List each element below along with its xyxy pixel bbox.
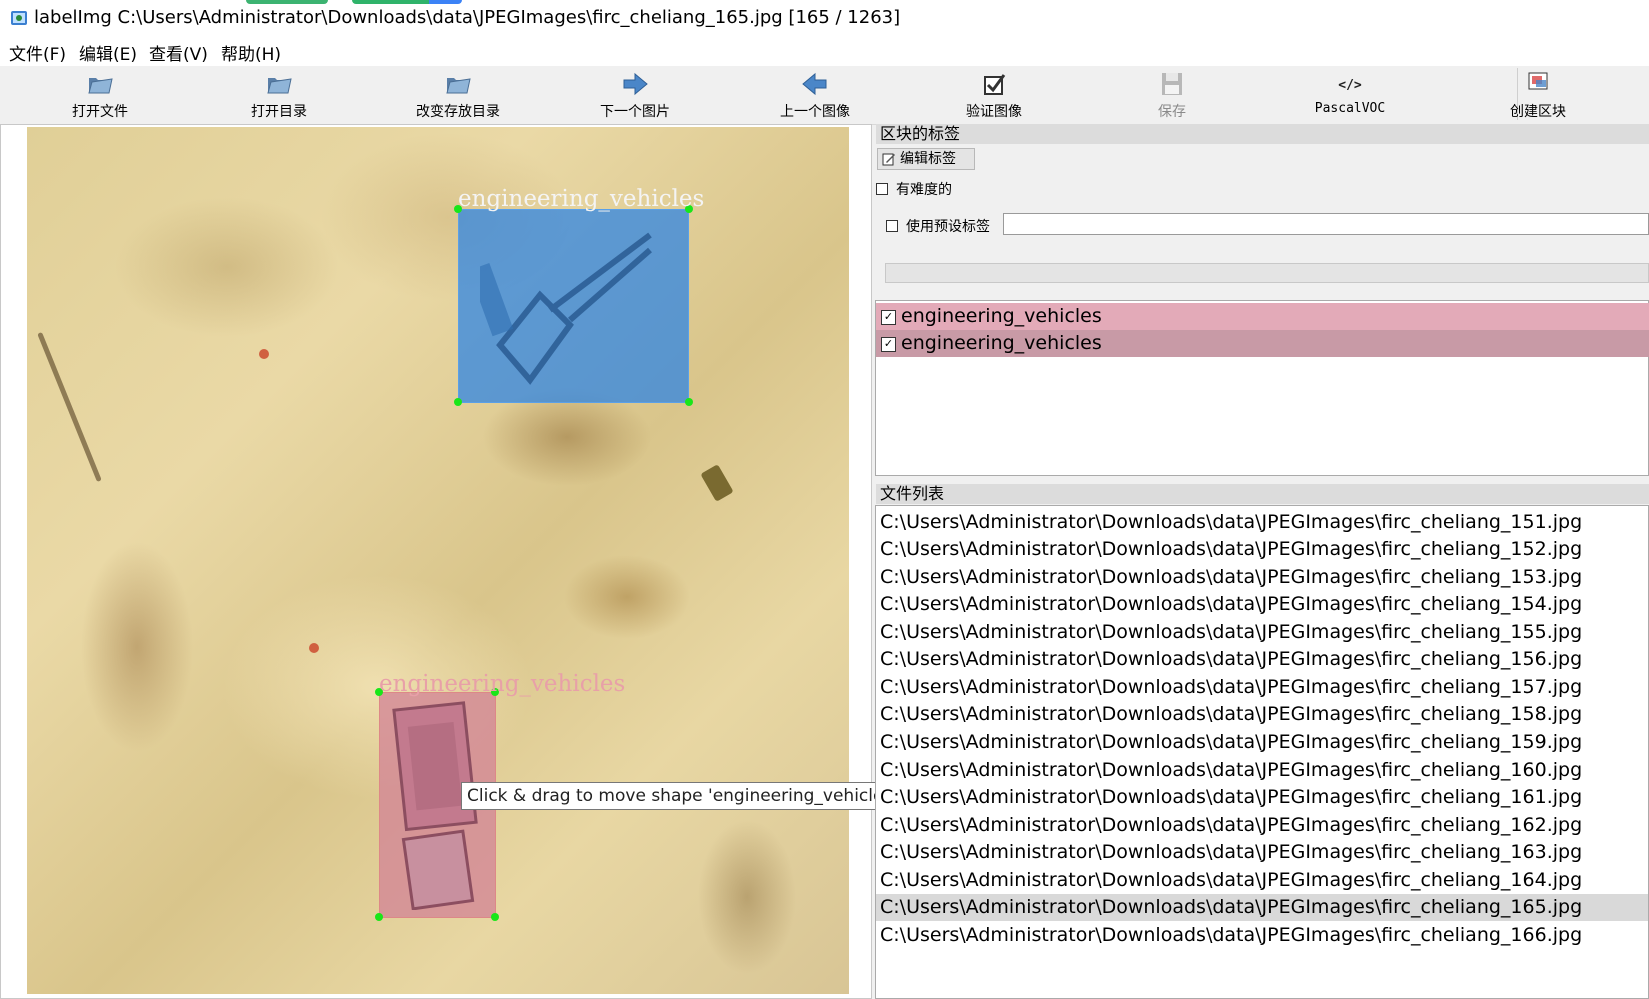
floppy-disk-icon [1162,73,1182,95]
format-label: PascalVOC [1314,101,1386,116]
use-default-label-checkbox[interactable] [886,220,898,232]
use-default-label-text: 使用预设标签 [906,219,990,235]
label-visible-checkbox[interactable]: ✓ [881,337,896,352]
folder-open-icon [88,78,113,94]
ground-crack [37,331,102,483]
menu-view[interactable]: 查看(V) [149,40,208,65]
small-vehicle [700,464,734,502]
file-list-dock-title: 文件列表 [876,484,1649,504]
window-title: labelImg C:\Users\Administrator\Download… [34,7,901,28]
open-dir-label: 打开目录 [251,104,307,120]
difficult-checkbox-row[interactable]: 有难度的 [876,179,952,199]
create-box-label: 创建区块 [1510,104,1566,120]
folder-open-icon [267,78,292,94]
excavator-shape [480,232,652,385]
open-file-label: 打开文件 [72,104,128,120]
move-shape-tooltip: Click & drag to move shape 'engineering_… [461,782,903,810]
label-visible-checkbox[interactable]: ✓ [881,310,896,325]
box-corner-handle[interactable] [375,913,383,921]
file-list-item[interactable]: C:\Users\Administrator\Downloads\data\JP… [876,839,1648,866]
ground-marker [259,349,269,359]
file-list-item[interactable]: C:\Users\Administrator\Downloads\data\JP… [876,619,1648,646]
prev-image-label: 上一个图像 [780,104,850,120]
change-save-dir-button[interactable]: 改变存放目录 [408,66,508,124]
box-label-text: engineering_vehicles [379,671,626,697]
file-list-item[interactable]: C:\Users\Administrator\Downloads\data\JP… [876,922,1648,949]
save-label: 保存 [1158,104,1186,120]
change-save-dir-label: 改变存放目录 [416,104,500,120]
difficult-checkbox[interactable] [876,183,888,195]
svg-text:</>: </> [1338,78,1362,93]
default-label-input[interactable] [1003,213,1649,235]
file-list-item-selected[interactable]: C:\Users\Administrator\Downloads\data\JP… [876,894,1648,921]
file-list-item[interactable]: C:\Users\Administrator\Downloads\data\JP… [876,536,1648,563]
create-box-button[interactable]: 创建区块 [1501,66,1575,124]
arrow-right-icon [623,72,648,96]
prev-image-button[interactable]: 上一个图像 [770,66,860,124]
open-dir-button[interactable]: 打开目录 [239,66,319,124]
box-corner-handle[interactable] [685,398,693,406]
box-labels-dock-title: 区块的标签 [876,124,1649,144]
file-list-item[interactable]: C:\Users\Administrator\Downloads\data\JP… [876,701,1648,728]
title-bar: labelImg C:\Users\Administrator\Download… [0,0,1649,36]
file-list-item[interactable]: C:\Users\Administrator\Downloads\data\JP… [876,729,1648,756]
box-corner-handle[interactable] [491,913,499,921]
code-tag-icon: </> [1338,78,1362,93]
label-list-item[interactable]: ✓ engineering_vehicles [876,303,1649,330]
open-file-button[interactable]: 打开文件 [60,66,140,124]
label-list-item-text: engineering_vehicles [901,305,1102,327]
file-list-item[interactable]: C:\Users\Administrator\Downloads\data\JP… [876,591,1648,618]
arrow-left-icon [802,72,827,96]
verify-image-label: 验证图像 [966,104,1022,120]
create-box-icon [1528,72,1548,90]
file-list-item[interactable]: C:\Users\Administrator\Downloads\data\JP… [876,784,1648,811]
file-list-item[interactable]: C:\Users\Administrator\Downloads\data\JP… [876,674,1648,701]
labelimg-app-icon [11,11,27,25]
menu-file[interactable]: 文件(F) [9,40,66,65]
menu-bar: 文件(F) 编辑(E) 查看(V) 帮助(H) [0,36,1649,66]
label-combobox[interactable] [885,263,1649,283]
difficult-label: 有难度的 [896,182,952,198]
file-list[interactable]: C:\Users\Administrator\Downloads\data\JP… [875,505,1649,999]
menu-help[interactable]: 帮助(H) [221,40,281,65]
use-default-label-row[interactable]: 使用预设标签 [886,216,990,236]
checkbox-check-icon [984,74,1006,95]
taskbar-accent [352,0,462,4]
toolbar: 打开文件 打开目录 改变存放目录 下一个图片 上一个图像 验证图像 保存 </>… [0,66,1649,125]
file-list-item[interactable]: C:\Users\Administrator\Downloads\data\JP… [876,564,1648,591]
next-image-label: 下一个图片 [600,104,670,120]
save-button[interactable]: 保存 [1142,66,1202,124]
file-list-item[interactable]: C:\Users\Administrator\Downloads\data\JP… [876,812,1648,839]
file-list-item[interactable]: C:\Users\Administrator\Downloads\data\JP… [876,757,1648,784]
label-list-item-text: engineering_vehicles [901,332,1102,354]
menu-edit[interactable]: 编辑(E) [79,40,137,65]
edit-pencil-icon [882,153,895,166]
next-image-button[interactable]: 下一个图片 [590,66,680,124]
label-list-item[interactable]: ✓ engineering_vehicles [876,330,1649,357]
folder-open-icon [446,78,471,94]
edit-label-text: 编辑标签 [900,151,956,167]
verify-image-button[interactable]: 验证图像 [952,66,1036,124]
box-corner-handle[interactable] [454,398,462,406]
taskbar-accent [246,0,328,4]
file-list-item[interactable]: C:\Users\Administrator\Downloads\data\JP… [876,646,1648,673]
file-list-item[interactable]: C:\Users\Administrator\Downloads\data\JP… [876,509,1648,536]
file-list-item[interactable]: C:\Users\Administrator\Downloads\data\JP… [876,867,1648,894]
ground-marker [309,643,319,653]
format-toggle-button[interactable]: </> PascalVOC [1300,66,1400,124]
edit-label-button[interactable]: 编辑标签 [877,148,975,170]
box-label-text: engineering_vehicles [458,186,705,212]
label-list[interactable]: ✓ engineering_vehicles ✓ engineering_veh… [875,300,1649,476]
